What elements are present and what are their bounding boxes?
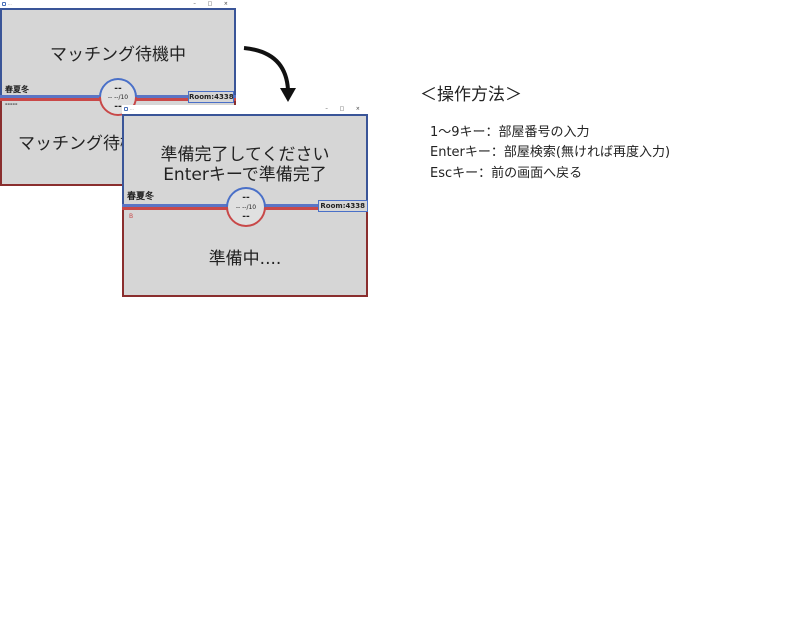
status-message-top: マッチング待機中	[50, 45, 186, 65]
player-name-top: 春夏冬	[127, 192, 155, 202]
status-message-bottom: 準備中....	[208, 249, 282, 269]
app-icon	[2, 2, 6, 6]
round-counter: -- --/10	[107, 94, 129, 101]
room-number-badge: Room:4338	[318, 200, 368, 212]
app-icon	[124, 107, 128, 111]
window-controls[interactable]: – □ ×	[193, 0, 233, 8]
window-titlebar: ... – □ ×	[0, 0, 236, 8]
score-top: --	[114, 84, 122, 94]
window-titlebar: ... – □ ×	[122, 105, 368, 113]
round-counter: -- --/10	[235, 204, 257, 211]
score-bottom: --	[242, 212, 250, 222]
window-title: ...	[130, 106, 134, 111]
instruction-line: Escキー：前の画面へ戻る	[430, 166, 583, 181]
room-number-badge: Room:4338	[188, 91, 234, 103]
window-title: ...	[8, 1, 12, 6]
player-name-bottom: -----	[5, 101, 18, 108]
status-message-line2: Enterキーで準備完了	[163, 165, 327, 185]
instruction-line: 1～9キー：部屋番号の入力	[430, 125, 590, 140]
instructions-heading: ＜操作方法＞	[420, 85, 522, 105]
instruction-line: Enterキー：部屋検索(無ければ再度入力)	[430, 145, 671, 160]
window-controls[interactable]: – □ ×	[325, 105, 365, 113]
player-name-top: 春夏冬	[5, 85, 29, 94]
window-ready-check: ... – □ × 準備完了してください Enterキーで準備完了 春夏冬 B …	[122, 105, 368, 297]
arrow-down-icon	[243, 46, 296, 102]
player-name-bottom: B	[129, 213, 134, 220]
score-top: --	[242, 193, 250, 203]
